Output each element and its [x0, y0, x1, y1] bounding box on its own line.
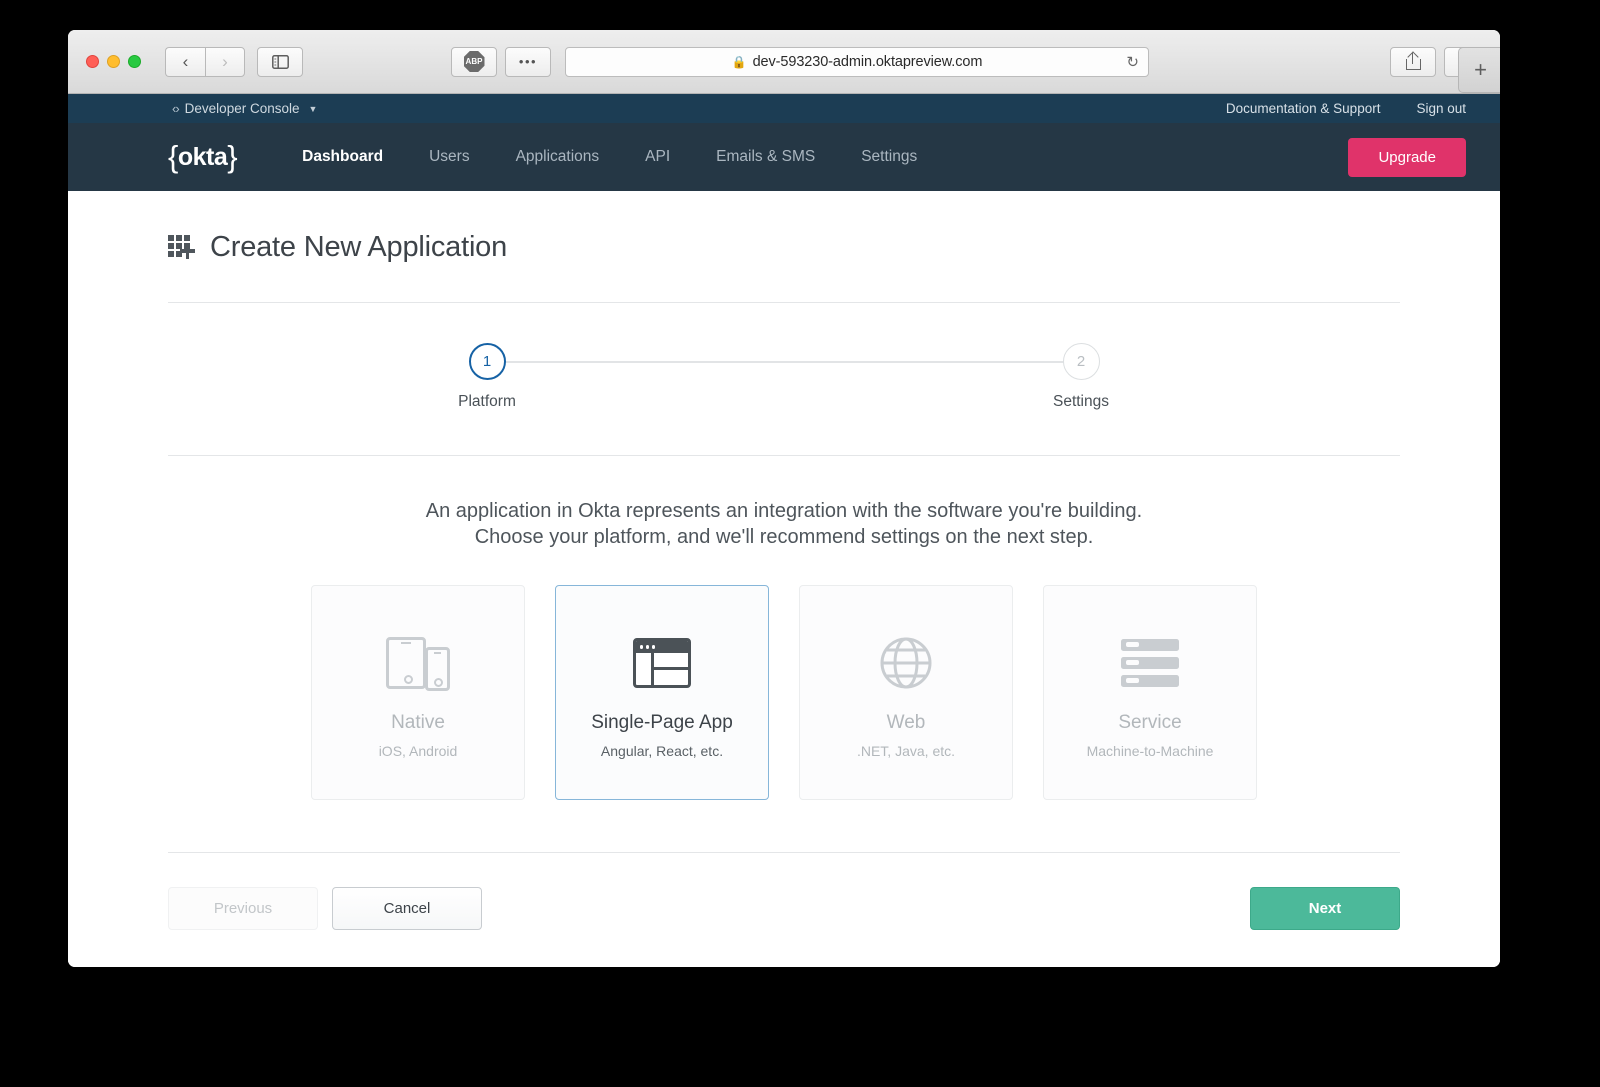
wizard-description: An application in Okta represents an int…: [168, 456, 1400, 585]
next-button[interactable]: Next: [1250, 887, 1400, 930]
sidebar-toggle-button[interactable]: [257, 47, 303, 77]
cancel-button[interactable]: Cancel: [332, 887, 482, 930]
minimize-window-button[interactable]: [107, 55, 120, 68]
stepper-step-2-circle: 2: [1063, 343, 1100, 380]
close-window-button[interactable]: [86, 55, 99, 68]
wizard-stepper: 1 Platform 2 Settings: [168, 303, 1400, 455]
logo-text: okta: [178, 143, 227, 172]
platform-card-single-page-app[interactable]: Single-Page App Angular, React, etc.: [555, 585, 769, 800]
card-icon-web: [878, 626, 934, 700]
logo-brace-open: {: [168, 139, 178, 175]
card-icon-native: [386, 626, 450, 700]
server-stack-icon: [1121, 639, 1179, 687]
platform-card-title: Service: [1118, 712, 1181, 734]
platform-card-list: Native iOS, Android Single-Page App Angu…: [168, 585, 1400, 852]
abp-icon: ABP: [464, 51, 485, 72]
globe-icon: [878, 635, 934, 691]
sidebar-icon: [272, 55, 289, 69]
developer-console-label: Developer Console: [185, 101, 300, 116]
nav-item-emails-sms[interactable]: Emails & SMS: [693, 148, 838, 166]
strip-right-links: Documentation & Support Sign out: [1226, 101, 1466, 116]
back-button[interactable]: ‹: [165, 47, 205, 77]
browser-extensions: ABP •••: [451, 47, 551, 77]
wizard-footer: Previous Cancel Next: [168, 853, 1400, 930]
browser-layout-icon: [633, 638, 691, 688]
address-bar[interactable]: 🔒 dev-593230-admin.oktapreview.com ↻: [565, 47, 1149, 77]
nav-links: Dashboard Users Applications API Emails …: [279, 148, 940, 166]
wizard-description-line-2: Choose your platform, and we'll recommen…: [168, 524, 1400, 550]
browser-window: ‹ › ABP ••• 🔒 dev-5932: [68, 30, 1500, 967]
developer-console-strip: ‹› Developer Console ▼ Documentation & S…: [68, 94, 1500, 123]
platform-card-web[interactable]: Web .NET, Java, etc.: [799, 585, 1013, 800]
plus-icon: +: [1474, 57, 1487, 83]
nav-item-api[interactable]: API: [622, 148, 693, 166]
upgrade-button[interactable]: Upgrade: [1348, 138, 1466, 177]
reload-button[interactable]: ↻: [1126, 53, 1139, 71]
sign-out-link[interactable]: Sign out: [1416, 101, 1466, 116]
nav-item-users[interactable]: Users: [406, 148, 492, 166]
stepper-step-settings[interactable]: 2 Settings: [1036, 343, 1126, 411]
ellipsis-icon: •••: [519, 54, 537, 69]
platform-card-service[interactable]: Service Machine-to-Machine: [1043, 585, 1257, 800]
platform-card-title: Native: [391, 712, 445, 734]
page-title: Create New Application: [210, 231, 507, 264]
card-icon-service: [1121, 626, 1179, 700]
developer-console-switcher[interactable]: ‹› Developer Console ▼: [172, 101, 317, 116]
logo-brace-close: }: [227, 139, 237, 175]
browser-toolbar: ‹ › ABP ••• 🔒 dev-5932: [68, 30, 1500, 94]
window-traffic-lights: [86, 55, 141, 68]
stepper-step-2-label: Settings: [1036, 393, 1126, 411]
chevron-left-icon: ‹: [183, 53, 189, 70]
stepper-connector-line: [487, 361, 1081, 363]
share-icon: [1406, 53, 1421, 70]
devices-icon: [386, 635, 450, 691]
chevron-right-icon: ›: [222, 53, 228, 70]
okta-main-nav: {okta} Dashboard Users Applications API …: [68, 123, 1500, 191]
nav-item-dashboard[interactable]: Dashboard: [279, 148, 406, 166]
code-brackets-icon: ‹›: [172, 101, 179, 116]
navigation-buttons: ‹ ›: [165, 47, 245, 77]
previous-button[interactable]: Previous: [168, 887, 318, 930]
wizard-description-line-1: An application in Okta represents an int…: [168, 498, 1400, 524]
page-header: Create New Application: [168, 191, 1400, 302]
platform-card-subtitle: .NET, Java, etc.: [857, 743, 955, 759]
new-tab-button[interactable]: +: [1458, 47, 1500, 93]
nav-item-applications[interactable]: Applications: [493, 148, 623, 166]
page-content: Create New Application 1 Platform 2 Sett…: [68, 191, 1500, 967]
okta-logo[interactable]: {okta}: [168, 139, 237, 175]
chevron-down-icon: ▼: [309, 104, 318, 114]
platform-card-subtitle: Angular, React, etc.: [601, 743, 723, 759]
nav-item-settings[interactable]: Settings: [838, 148, 940, 166]
adblock-plus-extension-button[interactable]: ABP: [451, 47, 497, 77]
card-icon-single-page-app: [633, 626, 691, 700]
platform-card-subtitle: Machine-to-Machine: [1087, 743, 1214, 759]
documentation-support-link[interactable]: Documentation & Support: [1226, 101, 1381, 116]
more-extensions-button[interactable]: •••: [505, 47, 551, 77]
lock-icon: 🔒: [732, 55, 747, 69]
share-button[interactable]: [1390, 47, 1436, 77]
stepper-step-platform[interactable]: 1 Platform: [442, 343, 532, 411]
forward-button[interactable]: ›: [205, 47, 245, 77]
platform-card-title: Web: [887, 712, 926, 734]
app-add-icon: [168, 233, 198, 263]
platform-card-subtitle: iOS, Android: [379, 743, 458, 759]
stepper-step-1-label: Platform: [442, 393, 532, 411]
maximize-window-button[interactable]: [128, 55, 141, 68]
stepper-step-1-circle: 1: [469, 343, 506, 380]
platform-card-title: Single-Page App: [591, 712, 733, 734]
platform-card-native[interactable]: Native iOS, Android: [311, 585, 525, 800]
url-text: dev-593230-admin.oktapreview.com: [753, 54, 983, 70]
